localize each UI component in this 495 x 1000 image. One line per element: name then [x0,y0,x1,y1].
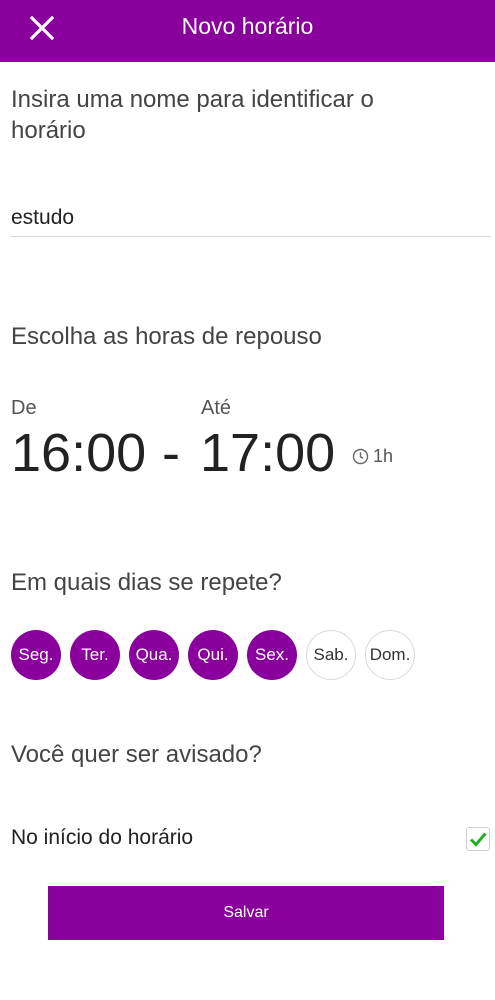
to-label: Até [201,397,232,419]
from-label: De [11,397,37,419]
schedule-name-input[interactable] [11,200,491,237]
duration-value: 1h [373,445,394,466]
app-header: Novo horário [0,0,495,62]
notify-start-checkbox[interactable] [466,827,490,851]
day-chip-sab[interactable]: Sab. [306,630,356,680]
notify-option-label: No início do horário [11,826,194,849]
save-button[interactable]: Salvar [48,886,444,940]
day-chip-dom[interactable]: Dom. [365,630,415,680]
time-separator: - [162,423,180,483]
day-chip-ter[interactable]: Ter. [70,630,120,680]
day-chip-sex[interactable]: Sex. [247,630,297,680]
checkmark-icon [469,832,487,847]
time-section-title: Escolha as horas de repouso [11,323,322,350]
days-section-title: Em quais dias se repete? [11,569,282,596]
day-chip-qua[interactable]: Qua. [129,630,179,680]
duration-indicator: 1h [352,444,393,468]
notify-section-title: Você quer ser avisado? [11,741,262,768]
day-chip-qui[interactable]: Qui. [188,630,238,680]
to-time[interactable]: 17:00 [200,422,335,484]
day-selector: Seg. Ter. Qua. Qui. Sex. Sab. Dom. [11,630,415,680]
page-title: Novo horário [181,13,314,39]
clock-icon [352,448,369,464]
name-prompt: Insira uma nome para identificar o horár… [11,86,374,144]
from-time[interactable]: 16:00 [11,422,146,484]
day-chip-seg[interactable]: Seg. [11,630,61,680]
